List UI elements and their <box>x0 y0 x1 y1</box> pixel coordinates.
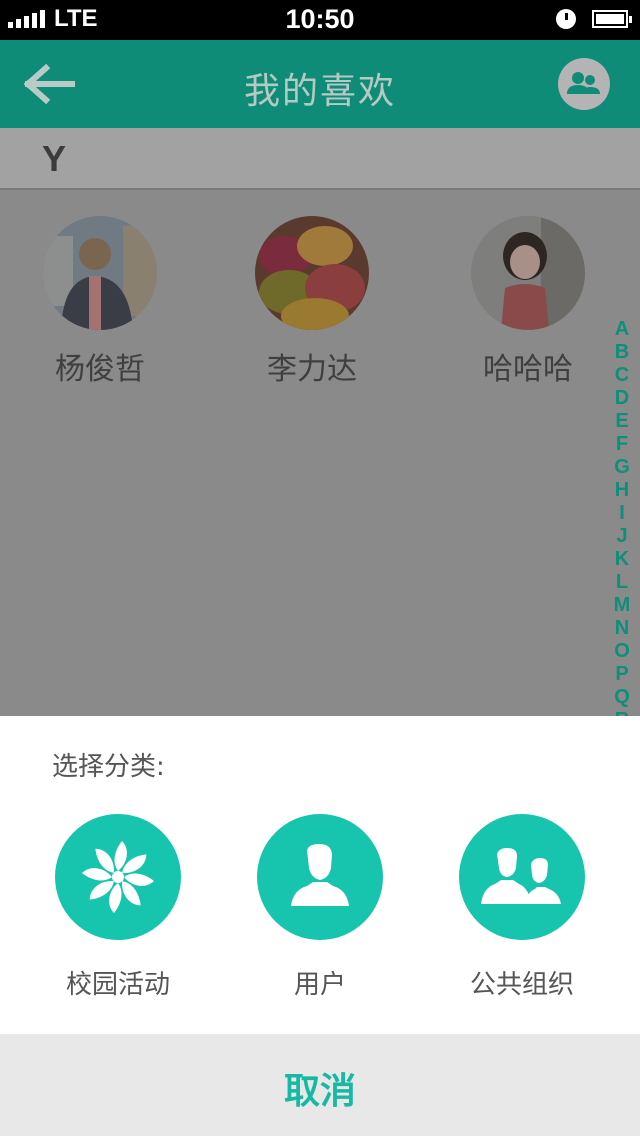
index-letter[interactable]: A <box>610 318 634 341</box>
index-letter[interactable]: H <box>610 479 634 502</box>
favorites-list: Y 杨俊哲 李力达 哈哈哈 A B C D E F G H I J K L M … <box>0 128 640 731</box>
index-letter[interactable]: Q <box>610 686 634 709</box>
index-letter[interactable]: C <box>610 364 634 387</box>
contact-item[interactable]: 李力达 <box>232 216 392 388</box>
status-bar: LTE 10:50 <box>0 0 640 40</box>
index-letter[interactable]: F <box>610 433 634 456</box>
index-letter[interactable]: B <box>610 341 634 364</box>
section-header: Y <box>0 128 640 190</box>
contact-item[interactable]: 杨俊哲 <box>20 216 180 388</box>
battery-icon <box>592 10 632 28</box>
group-users-icon <box>567 72 600 94</box>
category-icon-button[interactable] <box>257 814 383 940</box>
alarm-icon <box>556 9 576 29</box>
index-letter[interactable]: D <box>610 387 634 410</box>
pinwheel-icon <box>82 841 154 913</box>
cancel-button[interactable]: 取消 <box>0 1062 640 1114</box>
category-icon-button[interactable] <box>55 814 181 940</box>
avatar <box>255 216 369 330</box>
index-letter[interactable]: L <box>610 571 634 594</box>
category-sheet: 选择分类: 校园活动 用户 公共组织 <box>0 716 640 1034</box>
avatar <box>471 216 585 330</box>
category-campus-activity[interactable]: 校园活动 <box>18 814 218 1001</box>
index-letter[interactable]: P <box>610 663 634 686</box>
category-label: 公共组织 <box>469 970 574 1000</box>
category-user[interactable]: 用户 <box>220 814 420 1001</box>
index-letter[interactable]: M <box>610 594 634 617</box>
alphabet-index[interactable]: A B C D E F G H I J K L M N O P Q R <box>610 318 634 732</box>
cancel-bar: 取消 <box>0 1034 640 1136</box>
index-letter[interactable]: O <box>610 640 634 663</box>
users-icon <box>481 848 561 904</box>
category-public-organization[interactable]: 公共组织 <box>422 814 622 1001</box>
page-title: 我的喜欢 <box>243 71 396 112</box>
index-letter[interactable]: I <box>610 502 634 525</box>
index-letter[interactable]: K <box>610 548 634 571</box>
category-label: 校园活动 <box>65 970 170 1000</box>
sheet-title: 选择分类: <box>52 752 165 782</box>
category-icon-button[interactable] <box>459 814 585 940</box>
contact-name: 李力达 <box>267 352 357 387</box>
group-button[interactable] <box>558 58 610 110</box>
index-letter[interactable]: E <box>610 410 634 433</box>
index-letter[interactable]: J <box>610 525 634 548</box>
index-letter[interactable]: G <box>610 456 634 479</box>
nav-bar: 我的喜欢 <box>0 40 640 128</box>
contact-name: 杨俊哲 <box>55 352 145 387</box>
contact-item[interactable]: 哈哈哈 <box>448 216 608 388</box>
category-label: 用户 <box>293 970 346 1000</box>
contact-name: 哈哈哈 <box>483 352 573 387</box>
section-letter: Y <box>42 138 67 179</box>
user-icon <box>291 844 349 906</box>
index-letter[interactable]: N <box>610 617 634 640</box>
avatar <box>43 216 157 330</box>
status-time: 10:50 <box>285 4 355 34</box>
